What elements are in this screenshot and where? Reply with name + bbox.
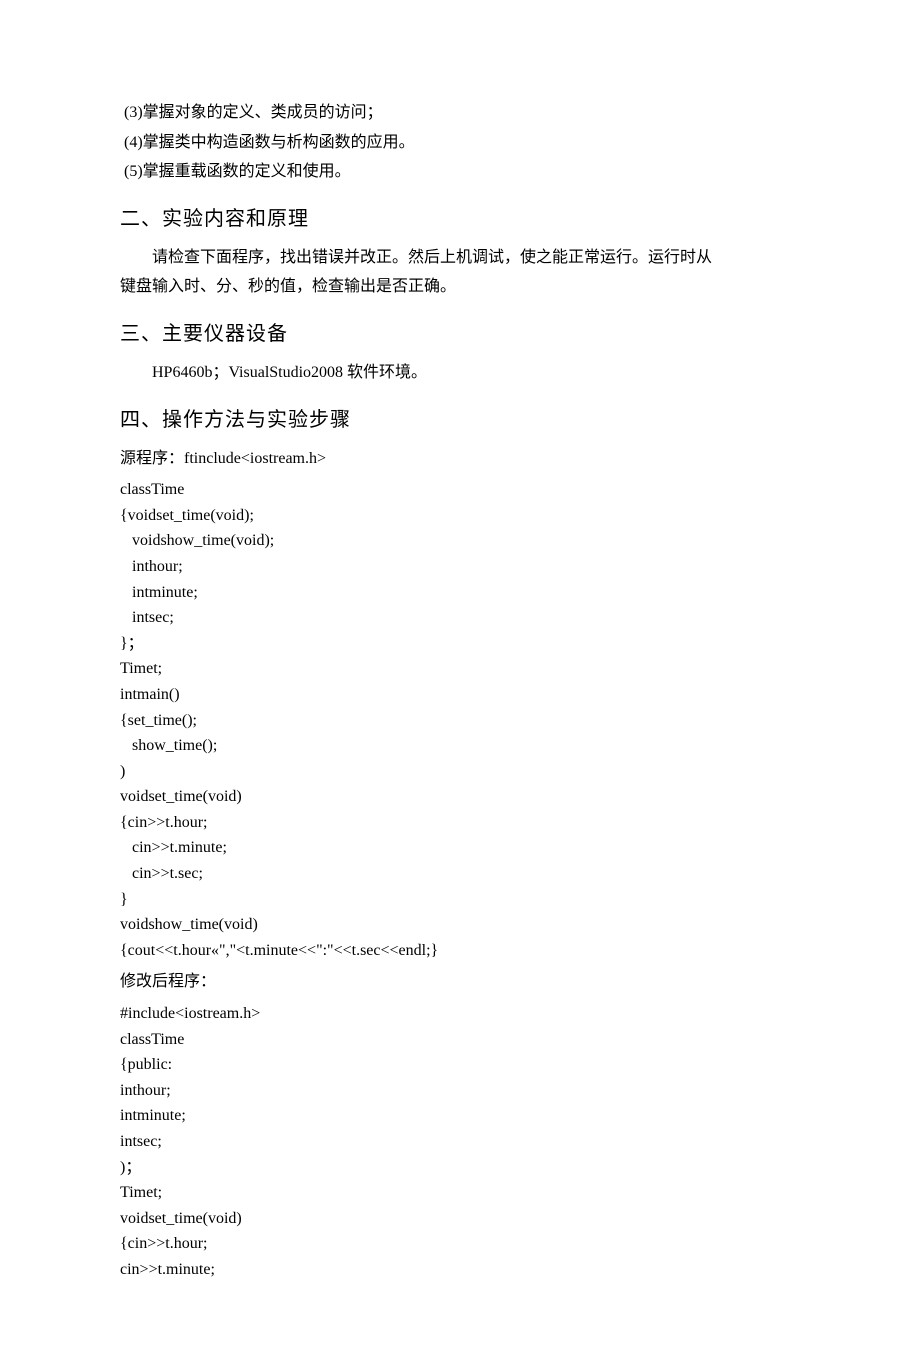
- section-4-title: 四、操作方法与实验步骤: [120, 404, 800, 436]
- source-label: 源程序：ftinclude<iostream.h>: [120, 446, 800, 472]
- section-2-title: 二、实验内容和原理: [120, 203, 800, 235]
- objective-5: (5)掌握重载函数的定义和使用。: [120, 159, 800, 185]
- page: (3)掌握对象的定义、类成员的访问； (4)掌握类中构造函数与析构函数的应用。 …: [0, 0, 920, 1369]
- objective-4: (4)掌握类中构造函数与析构函数的应用。: [120, 130, 800, 156]
- objective-3: (3)掌握对象的定义、类成员的访问；: [120, 100, 800, 126]
- source-code: classTime {voidset_time(void); voidshow_…: [120, 477, 800, 963]
- section-2-body-1: 请检查下面程序，找出错误并改正。然后上机调试，使之能正常运行。运行时从: [120, 245, 800, 271]
- modified-code: #include<iostream.h> classTime {public: …: [120, 1001, 800, 1283]
- section-2-body-2: 键盘输入时、分、秒的值，检查输出是否正确。: [120, 274, 800, 300]
- section-3-title: 三、主要仪器设备: [120, 318, 800, 350]
- modified-label: 修改后程序：: [120, 969, 800, 995]
- section-3-body: HP6460b；VisualStudio2008 软件环境。: [120, 360, 800, 386]
